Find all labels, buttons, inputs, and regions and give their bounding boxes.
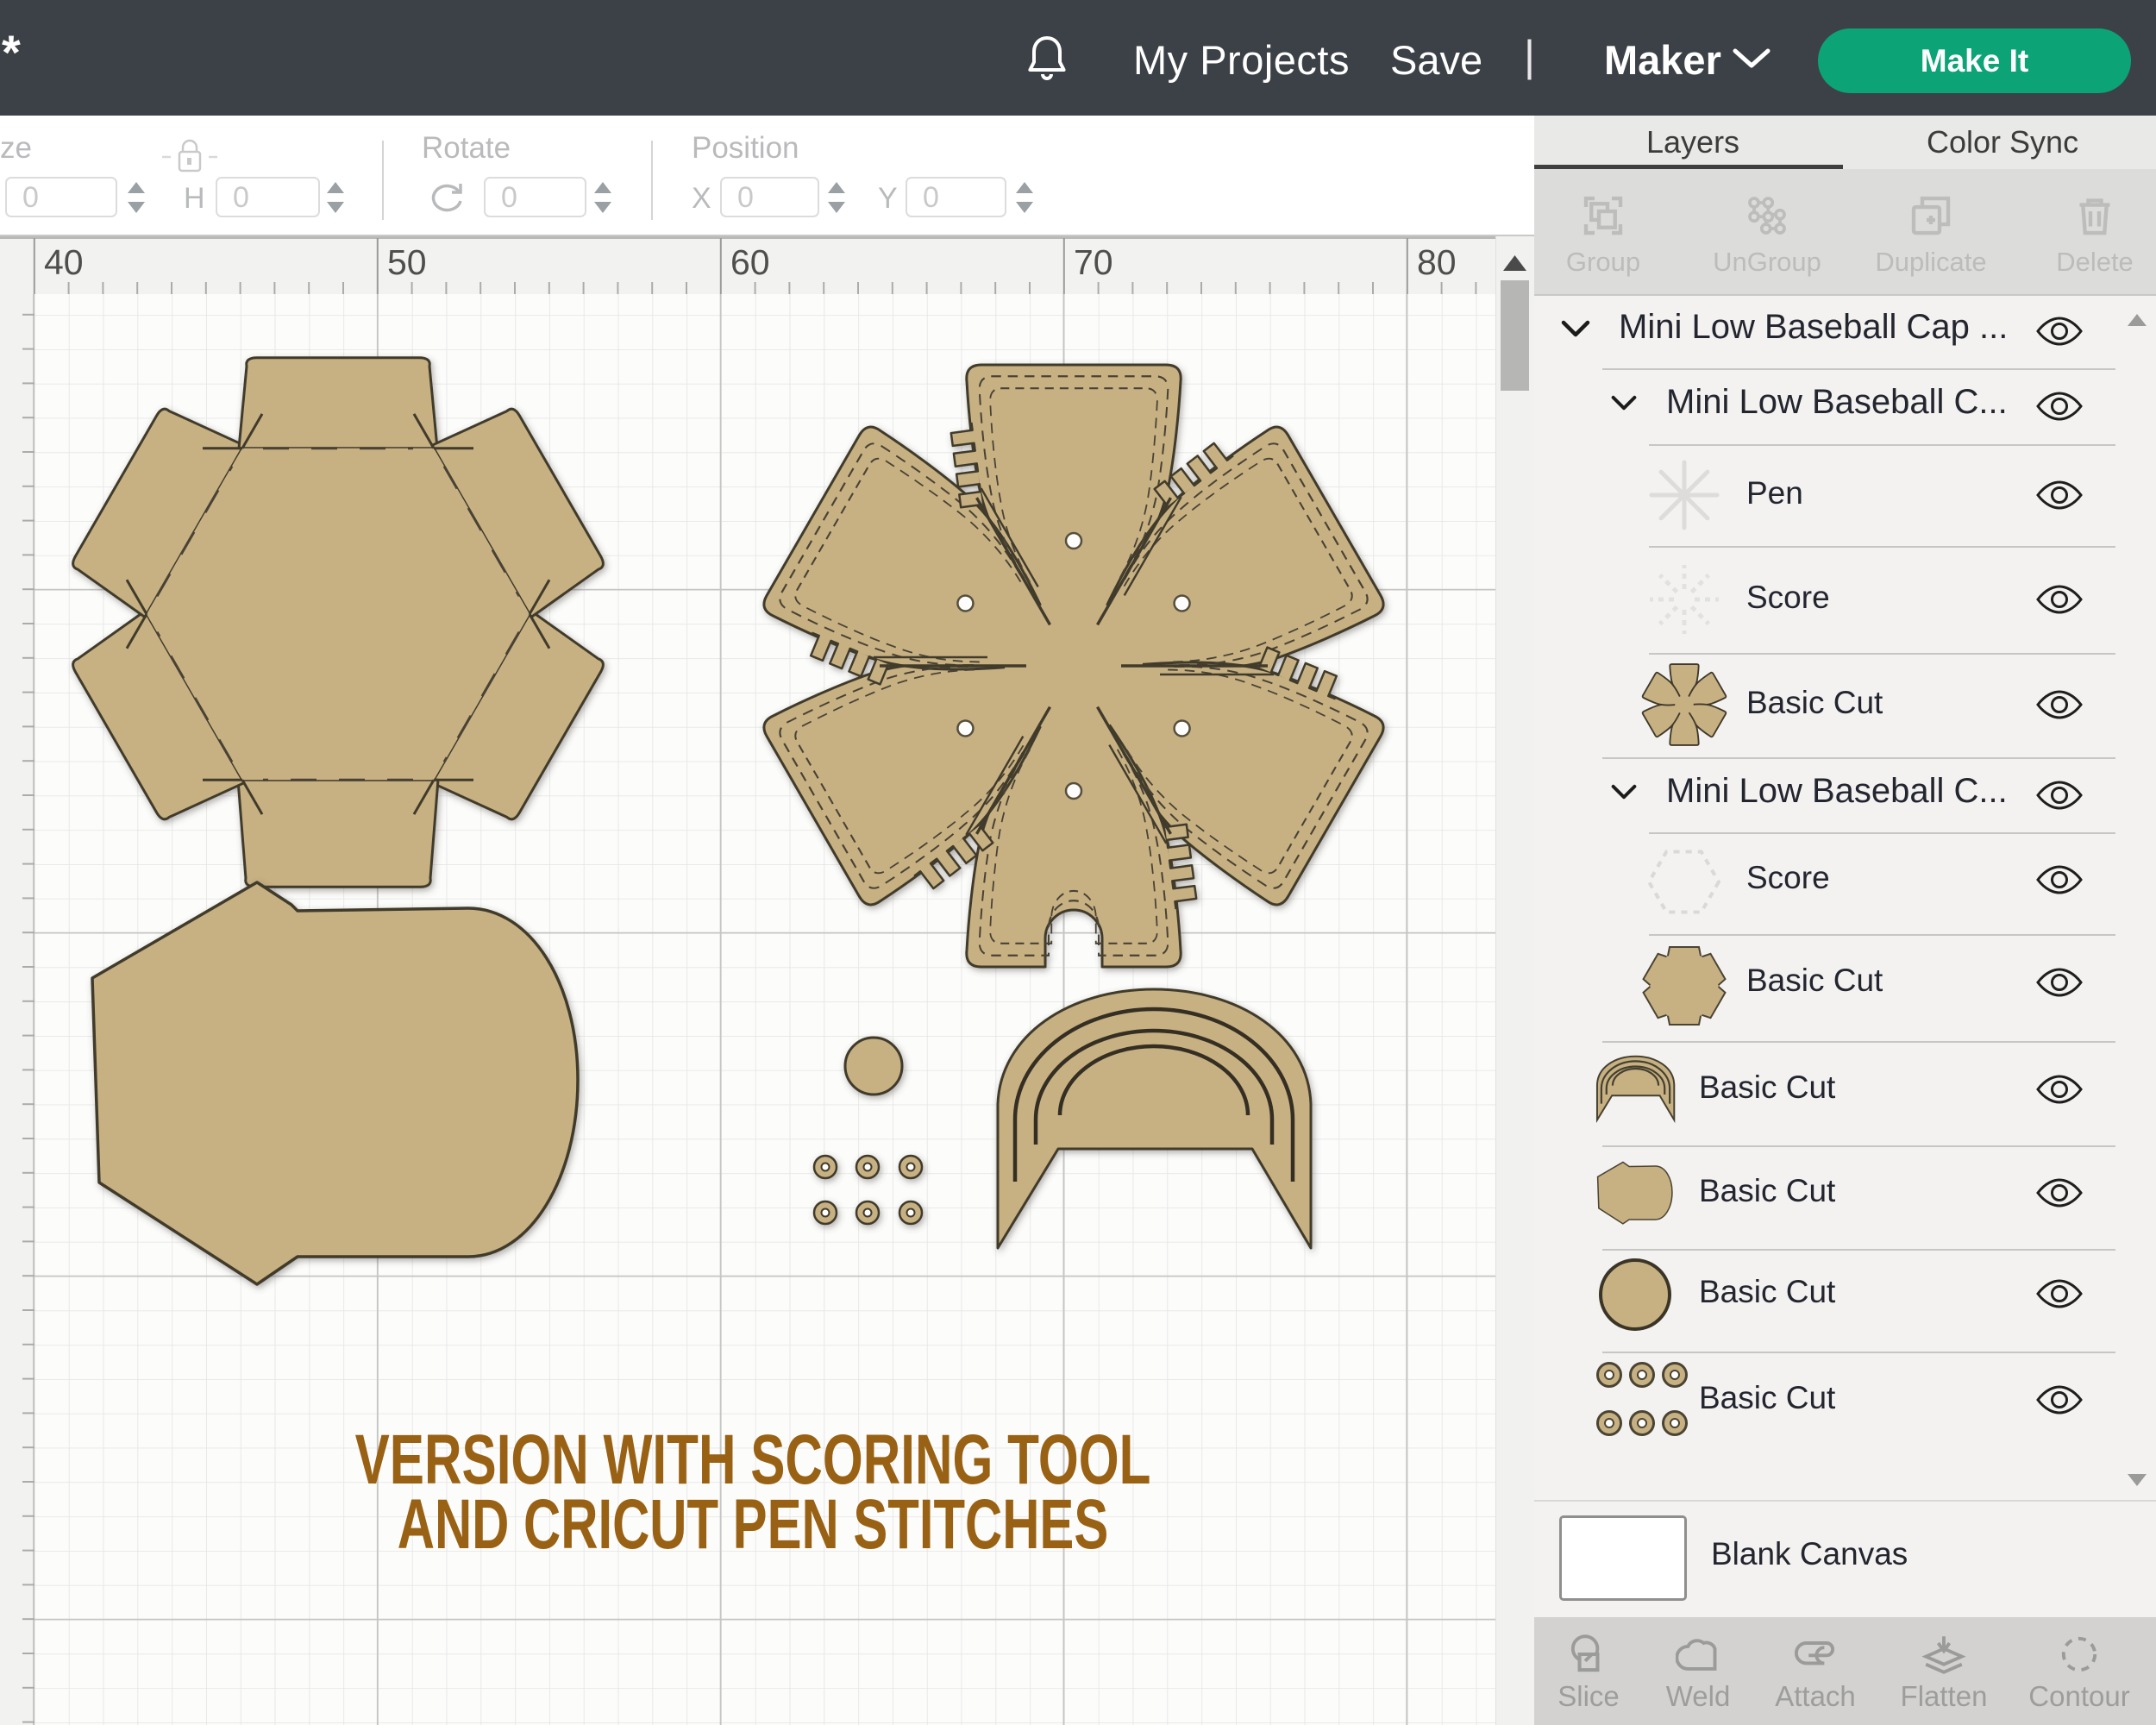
svg-text:AND CRICUT PEN STITCHES: AND CRICUT PEN STITCHES	[398, 1485, 1109, 1564]
svg-text:70: 70	[1074, 242, 1113, 282]
svg-text:40: 40	[44, 242, 84, 282]
svg-text:80: 80	[1417, 242, 1457, 282]
svg-text:60: 60	[730, 242, 770, 282]
svg-text:50: 50	[387, 242, 427, 282]
